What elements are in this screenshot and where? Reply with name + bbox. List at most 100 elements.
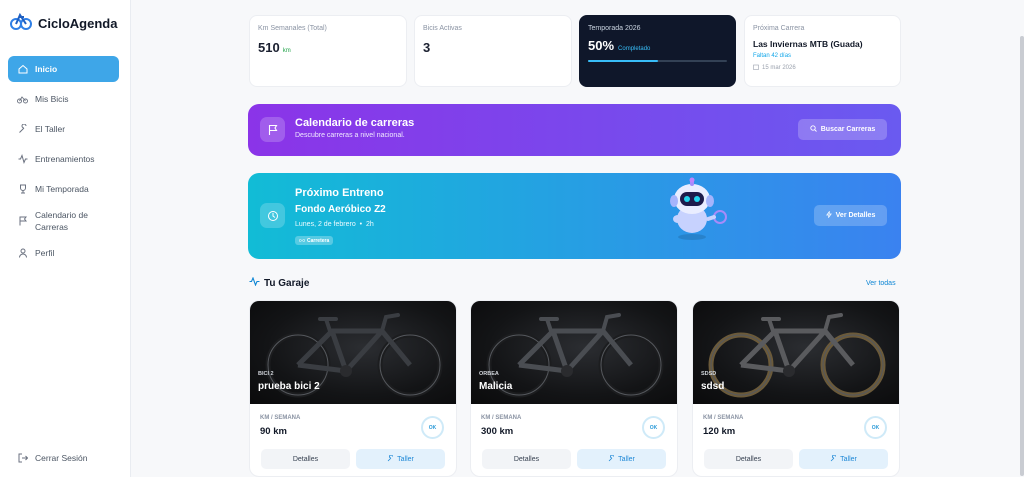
bike-card[interactable]: ORBEA Malicia KM / SEMANA 300 km OK Detalles T… [470,300,678,477]
bike-name: Malicia [479,381,513,392]
view-details-label: Ver Detalles [835,212,876,219]
stat-card-season: Temporada 2026 50% Completado [579,15,736,87]
home-icon [17,64,28,75]
bike-icon [298,237,306,244]
stat-value: 510 km [258,40,398,55]
activity-icon [17,154,28,165]
see-all-bikes-link[interactable]: Ver todas [866,280,896,287]
workshop-label: Taller [840,455,857,463]
km-week-value: 300 km [481,426,514,437]
next-training-banner: Próximo Entreno Fondo Aeróbico Z2 Lunes,… [248,173,901,259]
activity-icon [249,276,260,289]
view-details-button[interactable]: Ver Detalles [814,205,887,226]
workshop-button[interactable]: Taller [356,449,445,469]
sidebar-item-el-taller[interactable]: El Taller [8,116,119,142]
sidebar-item-mis-bicis[interactable]: Mis Bicis [8,86,119,112]
stat-label: Bicis Activas [423,25,462,32]
search-icon [810,125,817,134]
season-progress-bar [588,60,727,62]
season-status: Completado [618,46,651,52]
sidebar-item-label: Calendario de Carreras [35,210,88,232]
sidebar-item-perfil[interactable]: Perfil [8,240,119,266]
garage-title-text: Tu Garaje [264,277,310,289]
details-button[interactable]: Detalles [482,449,571,469]
wrench-icon [608,454,615,464]
stat-card-bikes: Bicis Activas 3 [414,15,572,87]
training-banner-title: Próximo Entreno [295,187,384,199]
sidebar-item-label: Entrenamientos [35,154,95,164]
status-badge: OK [642,416,665,439]
sidebar-item-label: El Taller [35,124,66,134]
page-scrollbar[interactable] [1020,36,1024,476]
training-type-tag: Carretera [295,236,334,245]
workshop-button[interactable]: Taller [799,449,888,469]
bike-name: prueba bici 2 [258,381,320,392]
stat-value: 50% Completado [588,38,727,53]
search-races-button[interactable]: Buscar Carreras [798,119,887,140]
calendar-banner-subtitle: Descubre carreras a nivel nacional. [295,132,405,139]
training-type-label: Carretera [307,237,330,244]
logout-button[interactable]: Cerrar Sesión [17,452,87,463]
next-race-date-text: 15 mar 2026 [762,65,796,71]
heart-rate-icon [260,203,285,228]
status-badge: OK [864,416,887,439]
training-schedule: Lunes, 2 de febrero • 2h [295,221,374,228]
garage-section-title: Tu Garaje [249,276,310,289]
bike-photo: ORBEA Malicia [471,301,677,404]
bike-brand: BICI 2 [258,371,274,377]
stat-label: Km Semanales (Total) [258,25,327,32]
stat-card-next-race[interactable]: Próxima Carrera Las Inviernas MTB (Guada… [744,15,901,87]
km-week-label: KM / SEMANA [481,415,522,421]
app-name: CicloAgenda [38,16,118,31]
calendar-banner-title: Calendario de carreras [295,117,415,129]
wrench-icon [830,454,837,464]
training-duration: 2h [365,221,374,228]
stat-value: 3 [423,40,431,55]
bike-card[interactable]: SDSD sdsd KM / SEMANA 120 km OK Detalles Talle… [692,300,900,477]
next-race-date: 15 mar 2026 [753,64,892,72]
workshop-button[interactable]: Taller [577,449,666,469]
season-percent: 50% [588,38,615,53]
workshop-label: Taller [397,455,414,463]
sidebar-item-entrenamientos[interactable]: Entrenamientos [8,146,119,172]
sidebar-nav: Inicio Mis Bicis El Taller Entrenamiento… [8,56,119,270]
km-value: 510 [258,40,280,55]
sidebar: CicloAgenda Inicio Mis Bicis El Taller E… [0,0,131,477]
stat-label: Próxima Carrera [753,25,805,32]
status-badge: OK [421,416,444,439]
bike-name: sdsd [701,381,725,392]
details-button[interactable]: Detalles [704,449,793,469]
km-week-value: 120 km [703,426,736,437]
calendar-banner: Calendario de carreras Descubre carreras… [248,104,901,156]
km-unit: km [282,48,291,54]
sidebar-item-inicio[interactable]: Inicio [8,56,119,82]
bike-photo: SDSD sdsd [693,301,899,404]
bike-card[interactable]: BICI 2 prueba bici 2 KM / SEMANA 90 km OK Det… [249,300,457,477]
wrench-icon [17,124,28,135]
stat-card-km: Km Semanales (Total) 510 km [249,15,407,87]
sidebar-item-calendario[interactable]: Calendario de Carreras [8,206,119,236]
sidebar-item-label: Perfil [35,248,55,258]
km-week-label: KM / SEMANA [703,415,744,421]
next-race-countdown: Faltan 42 días [753,53,792,59]
km-week-label: KM / SEMANA [260,415,301,421]
logo-bike-icon [10,10,32,37]
logout-label: Cerrar Sesión [35,452,88,463]
bike-brand: ORBEA [479,371,499,377]
app-logo[interactable]: CicloAgenda [10,10,117,37]
bike-brand: SDSD [701,371,717,377]
bike-icon [17,94,28,105]
sidebar-item-label: Inicio [35,64,58,74]
km-week-value: 90 km [260,426,287,437]
sidebar-item-label: Mis Bicis [35,94,69,104]
details-button[interactable]: Detalles [261,449,350,469]
workshop-label: Taller [618,455,635,463]
stat-label: Temporada 2026 [588,25,641,32]
user-icon [17,248,28,259]
lightning-icon [825,211,832,220]
robot-mascot-image [656,177,736,248]
sidebar-item-mi-temporada[interactable]: Mi Temporada [8,176,119,202]
trophy-icon [17,184,28,195]
sidebar-item-label: Mi Temporada [35,184,89,194]
flag-icon [260,117,285,142]
